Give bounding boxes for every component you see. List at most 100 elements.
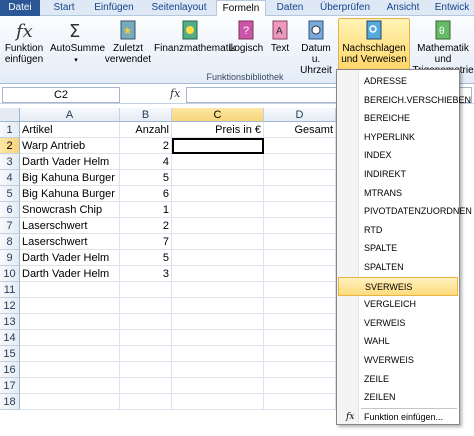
table-cell[interactable] xyxy=(172,234,264,250)
table-cell[interactable]: Darth Vader Helm xyxy=(20,250,120,266)
tab-start[interactable]: Start xyxy=(44,0,84,16)
table-cell[interactable] xyxy=(172,266,264,282)
menu-item-spalte[interactable]: SPALTE xyxy=(338,239,458,258)
table-cell[interactable] xyxy=(172,378,264,394)
table-cell[interactable] xyxy=(264,346,336,362)
row-header[interactable]: 1 xyxy=(0,122,20,138)
tab-einfuegen[interactable]: Einfügen xyxy=(86,0,142,16)
menu-item-rtd[interactable]: RTD xyxy=(338,221,458,240)
table-cell[interactable] xyxy=(20,378,120,394)
datetime-button[interactable]: Datum u. Uhrzeit xyxy=(296,19,336,76)
row-header[interactable]: 8 xyxy=(0,234,20,250)
table-cell[interactable] xyxy=(20,282,120,298)
table-cell[interactable] xyxy=(20,362,120,378)
table-cell[interactable] xyxy=(20,394,120,410)
autosum-button[interactable]: Σ AutoSumme ▾ xyxy=(50,19,105,66)
table-cell[interactable] xyxy=(120,346,172,362)
row-header[interactable]: 7 xyxy=(0,218,20,234)
table-cell[interactable] xyxy=(120,314,172,330)
menu-item-indirekt[interactable]: INDIREKT xyxy=(338,165,458,184)
menu-insert-function[interactable]: fx Funktion einfügen... xyxy=(338,408,458,427)
row-header[interactable]: 5 xyxy=(0,186,20,202)
table-cell[interactable] xyxy=(172,346,264,362)
table-cell[interactable] xyxy=(264,362,336,378)
table-cell[interactable] xyxy=(264,250,336,266)
menu-item-bereiche[interactable]: BEREICHE xyxy=(338,109,458,128)
table-cell[interactable]: Artikel xyxy=(20,122,120,138)
table-cell[interactable]: 6 xyxy=(120,186,172,202)
row-header[interactable]: 15 xyxy=(0,346,20,362)
table-cell[interactable] xyxy=(264,218,336,234)
row-header[interactable]: 14 xyxy=(0,330,20,346)
table-cell[interactable]: Laserschwert xyxy=(20,218,120,234)
menu-item-vergleich[interactable]: VERGLEICH xyxy=(338,295,458,314)
column-header-d[interactable]: D xyxy=(264,108,336,122)
menu-item-verweis[interactable]: VERWEIS xyxy=(338,314,458,333)
text-button[interactable]: A Text xyxy=(266,19,294,54)
table-cell[interactable] xyxy=(172,154,264,170)
table-cell[interactable]: 3 xyxy=(120,266,172,282)
table-cell[interactable] xyxy=(172,394,264,410)
table-cell[interactable] xyxy=(20,298,120,314)
table-cell[interactable] xyxy=(264,298,336,314)
table-cell[interactable] xyxy=(172,362,264,378)
table-cell[interactable]: Snowcrash Chip xyxy=(20,202,120,218)
row-header[interactable]: 18 xyxy=(0,394,20,410)
table-cell[interactable] xyxy=(172,186,264,202)
table-cell[interactable] xyxy=(120,362,172,378)
table-cell[interactable]: 7 xyxy=(120,234,172,250)
table-cell[interactable]: Big Kahuna Burger xyxy=(20,170,120,186)
table-cell[interactable] xyxy=(20,330,120,346)
column-header-a[interactable]: A xyxy=(20,108,120,122)
tab-ansicht[interactable]: Ansicht xyxy=(380,0,426,16)
math-trig-button[interactable]: θ Mathematik und Trigonometrie xyxy=(412,19,474,76)
financial-button[interactable]: Finanzmathematik xyxy=(154,19,236,54)
tab-seitenlayout[interactable]: Seitenlayout xyxy=(146,0,212,16)
tab-formeln[interactable]: Formeln xyxy=(216,0,266,17)
table-cell[interactable]: 2 xyxy=(120,138,172,154)
row-header[interactable]: 10 xyxy=(0,266,20,282)
row-header[interactable]: 17 xyxy=(0,378,20,394)
table-cell[interactable] xyxy=(172,170,264,186)
table-cell[interactable] xyxy=(264,154,336,170)
row-header[interactable]: 3 xyxy=(0,154,20,170)
row-header[interactable]: 6 xyxy=(0,202,20,218)
row-header[interactable]: 13 xyxy=(0,314,20,330)
table-cell[interactable] xyxy=(20,314,120,330)
row-header[interactable]: 9 xyxy=(0,250,20,266)
table-cell[interactable] xyxy=(172,330,264,346)
table-cell[interactable] xyxy=(172,202,264,218)
table-cell[interactable]: Darth Vader Helm xyxy=(20,266,120,282)
tab-daten[interactable]: Daten xyxy=(270,0,310,16)
table-cell[interactable] xyxy=(172,218,264,234)
menu-item-zeile[interactable]: ZEILE xyxy=(338,370,458,389)
table-cell[interactable] xyxy=(172,282,264,298)
menu-item-sverweis[interactable]: SVERWEIS xyxy=(338,276,458,296)
lookup-reference-button[interactable]: Nachschlagen und Verweisen xyxy=(338,18,410,70)
table-cell[interactable] xyxy=(264,394,336,410)
recently-used-button[interactable]: ★ Zuletzt verwendet xyxy=(104,19,152,65)
table-cell[interactable]: 5 xyxy=(120,250,172,266)
table-cell[interactable]: Big Kahuna Burger xyxy=(20,186,120,202)
logical-button[interactable]: ? Logisch xyxy=(228,19,264,54)
active-cell[interactable] xyxy=(172,138,264,154)
table-cell[interactable] xyxy=(20,346,120,362)
table-cell[interactable]: Anzahl xyxy=(120,122,172,138)
table-cell[interactable] xyxy=(264,170,336,186)
name-box[interactable]: C2 xyxy=(2,87,120,103)
table-cell[interactable] xyxy=(172,298,264,314)
tab-ueberpruefen[interactable]: Überprüfen xyxy=(314,0,376,16)
insert-function-button[interactable]: fx Funktion einfügen xyxy=(2,19,46,65)
row-header[interactable]: 12 xyxy=(0,298,20,314)
tab-datei[interactable]: Datei xyxy=(0,0,40,16)
tab-entwicklertools[interactable]: Entwick xyxy=(430,0,474,16)
menu-item-zeilen[interactable]: ZEILEN xyxy=(338,388,458,407)
menu-item-wahl[interactable]: WAHL xyxy=(338,332,458,351)
table-cell[interactable]: Preis in € xyxy=(172,122,264,138)
table-cell[interactable] xyxy=(264,330,336,346)
fx-label-icon[interactable]: fx xyxy=(170,87,180,100)
table-cell[interactable] xyxy=(264,202,336,218)
column-header-c[interactable]: C xyxy=(172,108,264,122)
table-cell[interactable]: Darth Vader Helm xyxy=(20,154,120,170)
menu-item-mtrans[interactable]: MTRANS xyxy=(338,184,458,203)
